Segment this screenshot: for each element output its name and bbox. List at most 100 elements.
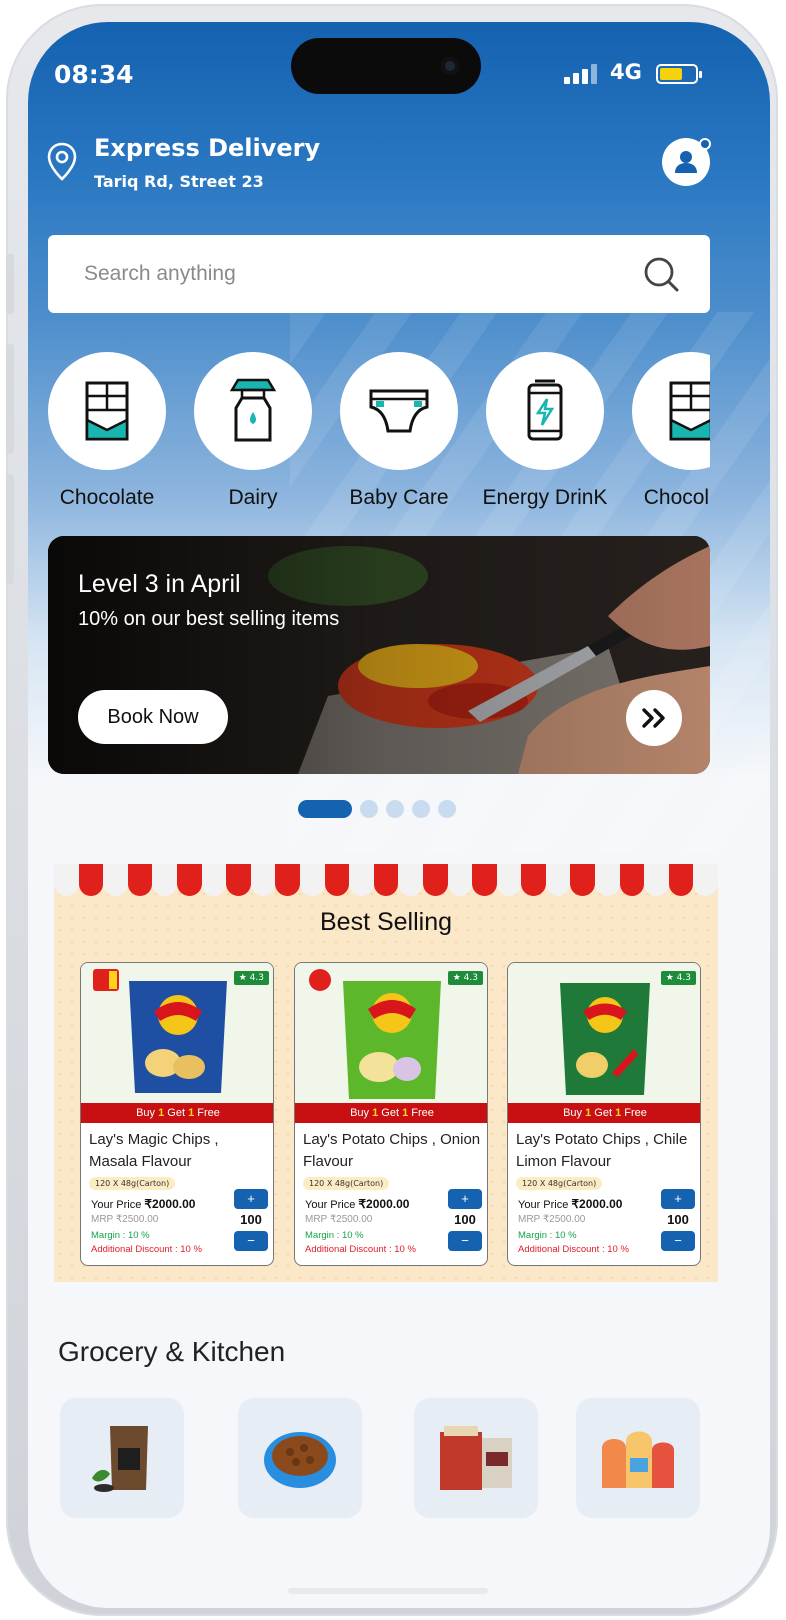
decrement-button[interactable]: −	[661, 1231, 695, 1251]
rating-badge: ★ 4.3	[447, 971, 483, 985]
banner-subtitle: 10% on our best selling items	[78, 608, 340, 630]
banner-next-button[interactable]	[626, 690, 682, 746]
category-label: Baby Care	[349, 486, 449, 509]
quantity-stepper[interactable]: + 100 −	[447, 1189, 483, 1251]
book-now-button[interactable]: Book Now	[78, 690, 228, 744]
category-energy-drink[interactable]: Energy DrinK	[470, 352, 620, 510]
carousel-dot[interactable]	[386, 800, 404, 818]
energy-can-icon	[527, 379, 563, 441]
signal-icon	[564, 64, 597, 84]
product-image: ★ 4.3	[295, 963, 487, 1103]
additional-discount: Additional Discount : 10 %	[518, 1244, 629, 1255]
volume-up-button	[6, 344, 14, 454]
camera-icon	[441, 57, 459, 75]
milk-bottle-icon	[229, 378, 277, 442]
location-pin-icon[interactable]	[46, 142, 78, 182]
decrement-button[interactable]: −	[448, 1231, 482, 1251]
product-image: ★ 4.3	[508, 963, 700, 1103]
promo-strip: Buy 1 Get 1 Free	[81, 1103, 273, 1123]
banner-title: Level 3 in April	[78, 570, 241, 598]
carousel-dot-active[interactable]	[298, 800, 352, 818]
rating-badge: ★ 4.3	[233, 971, 269, 985]
promo-strip: Buy 1 Get 1 Free	[508, 1103, 700, 1123]
promo-strip: Buy 1 Get 1 Free	[295, 1103, 487, 1123]
product-card[interactable]: ★ 4.3 Buy 1 Get 1 Free Lay's Potato Chip…	[294, 962, 488, 1266]
delivery-title[interactable]: Express Delivery	[94, 134, 320, 162]
delivery-address[interactable]: Tariq Rd, Street 23	[94, 172, 264, 191]
increment-button[interactable]: +	[234, 1189, 268, 1209]
quantity-value[interactable]: 100	[240, 1209, 262, 1231]
carousel-dot[interactable]	[412, 800, 430, 818]
margin: Margin : 10 %	[91, 1230, 150, 1241]
user-icon	[675, 151, 697, 173]
chocolate-bar-icon	[669, 381, 710, 441]
category-label: Chocolate	[643, 486, 710, 509]
grocery-section-title: Grocery & Kitchen	[58, 1336, 286, 1367]
additional-discount: Additional Discount : 10 %	[91, 1244, 202, 1255]
category-label: Dairy	[228, 486, 278, 509]
category-chocolate-2[interactable]: Chocolate	[616, 352, 710, 510]
increment-button[interactable]: +	[661, 1189, 695, 1209]
grocery-tile[interactable]	[238, 1398, 362, 1518]
category-label: Chocolate	[59, 486, 155, 509]
search-icon[interactable]	[642, 255, 680, 293]
category-dairy[interactable]: Dairy	[178, 352, 328, 510]
flour-bags-icon	[440, 1426, 512, 1490]
decrement-button[interactable]: −	[234, 1231, 268, 1251]
product-name[interactable]: Lay's Magic Chips , Masala Flavour	[89, 1129, 269, 1173]
rating-badge: ★ 4.3	[660, 971, 696, 985]
product-name[interactable]: Lay's Potato Chips , Onion Flavour	[303, 1129, 483, 1173]
category-strip[interactable]: Chocolate Dairy Baby Care Energy DrinK C…	[48, 352, 710, 522]
product-image: ★ 4.3	[81, 963, 273, 1103]
carousel-dot[interactable]	[438, 800, 456, 818]
quantity-value[interactable]: 100	[667, 1209, 689, 1231]
quantity-stepper[interactable]: + 100 −	[660, 1189, 696, 1251]
notification-dot	[699, 138, 711, 150]
screen: 08:34 4G Express Delivery Tariq Rd, Stre…	[28, 22, 770, 1608]
product-name[interactable]: Lay's Potato Chips , Chile Limon Flavour	[516, 1129, 696, 1173]
offer-badge-icon	[309, 969, 331, 991]
category-label: Energy DrinK	[482, 486, 608, 509]
increment-button[interactable]: +	[448, 1189, 482, 1209]
mute-switch	[6, 254, 14, 314]
grocery-tile[interactable]	[414, 1398, 538, 1518]
product-card[interactable]: ★ 4.3 Buy 1 Get 1 Free Lay's Magic Chips…	[80, 962, 274, 1266]
mrp: MRP ₹2500.00	[305, 1214, 373, 1225]
pack-size-badge: 120 X 48g(Carton)	[516, 1177, 603, 1190]
your-price: Your Price ₹2000.00	[305, 1197, 410, 1211]
network-type: 4G	[610, 60, 642, 84]
category-chocolate[interactable]: Chocolate	[48, 352, 182, 510]
mrp: MRP ₹2500.00	[91, 1214, 159, 1225]
search-input[interactable]	[84, 262, 604, 286]
grocery-tile[interactable]	[60, 1398, 184, 1518]
additional-discount: Additional Discount : 10 %	[305, 1244, 416, 1255]
best-selling-section: Best Selling ★ 4.3 Buy 1 Get 1 Free Lay'…	[54, 864, 719, 1282]
search-bar[interactable]	[48, 235, 710, 313]
status-time: 08:34	[54, 60, 134, 89]
double-chevron-right-icon	[642, 708, 665, 728]
battery-icon	[656, 64, 702, 84]
offer-badge-icon	[93, 969, 119, 991]
product-card[interactable]: ★ 4.3 Buy 1 Get 1 Free Lay's Potato Chip…	[507, 962, 701, 1266]
pack-size-badge: 120 X 48g(Carton)	[89, 1177, 176, 1190]
quantity-value[interactable]: 100	[454, 1209, 476, 1231]
margin: Margin : 10 %	[518, 1230, 577, 1241]
awning-decoration	[54, 864, 719, 896]
volume-down-button	[6, 474, 14, 584]
home-indicator[interactable]	[288, 1588, 488, 1594]
profile-button[interactable]	[662, 138, 711, 186]
pet-food-bowl-icon	[264, 1432, 336, 1488]
your-price: Your Price ₹2000.00	[518, 1197, 623, 1211]
tea-pack-icon	[92, 1426, 148, 1492]
carousel-indicator[interactable]	[298, 800, 456, 818]
mrp: MRP ₹2500.00	[518, 1214, 586, 1225]
carousel-dot[interactable]	[360, 800, 378, 818]
promo-banner[interactable]: Level 3 in April 10% on our best selling…	[48, 536, 710, 774]
diaper-icon	[369, 389, 429, 433]
category-baby-care[interactable]: Baby Care	[324, 352, 474, 510]
quantity-stepper[interactable]: + 100 −	[233, 1189, 269, 1251]
grocery-tile[interactable]	[576, 1398, 700, 1518]
best-selling-title: Best Selling	[319, 908, 453, 936]
bread-loaves-icon	[602, 1431, 674, 1488]
margin: Margin : 10 %	[305, 1230, 364, 1241]
